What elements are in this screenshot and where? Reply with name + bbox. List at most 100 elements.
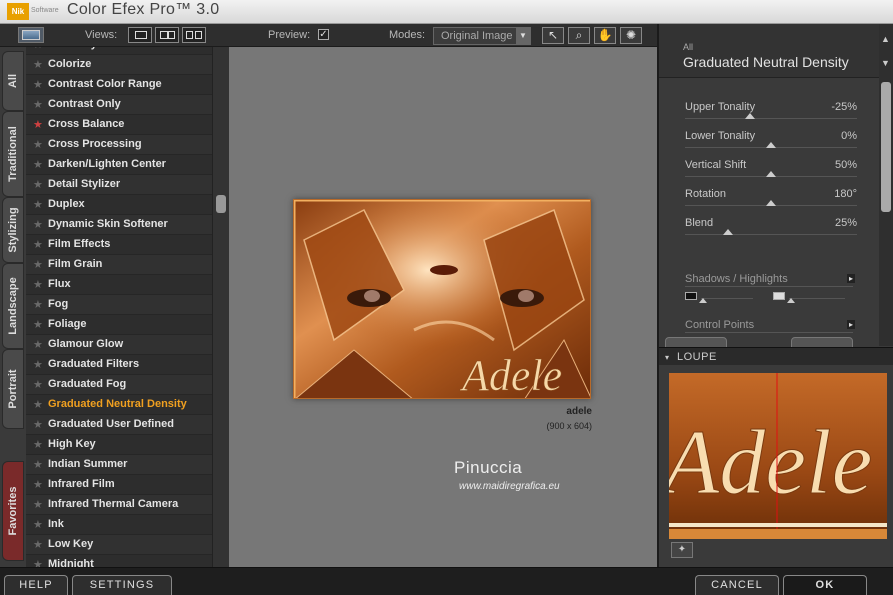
star-icon[interactable]: ★	[33, 298, 43, 311]
filter-list-item[interactable]: ★ Infrared Thermal Camera	[26, 495, 212, 515]
star-icon[interactable]: ★	[33, 218, 43, 231]
panel-scroll-thumb[interactable]	[881, 82, 891, 212]
settings-button[interactable]: SETTINGS	[72, 575, 172, 595]
filter-list-item[interactable]: ★ Contrast Color Range	[26, 75, 212, 95]
filter-list-item[interactable]: ★ Contrast Only	[26, 95, 212, 115]
filter-list-item[interactable]: ★ Darken/Lighten Center	[26, 155, 212, 175]
slider-handle[interactable]	[744, 113, 755, 119]
filter-list-item[interactable]: ★ Color Stylizer	[26, 47, 212, 55]
filter-list-item[interactable]: ★ Cross Balance	[26, 115, 212, 135]
slider-track[interactable]	[685, 234, 857, 235]
star-icon[interactable]: ★	[33, 458, 43, 471]
star-icon[interactable]: ★	[33, 398, 43, 411]
filter-list-item[interactable]: ★ Detail Stylizer	[26, 175, 212, 195]
filter-list-item[interactable]: ★ Graduated Neutral Density	[26, 395, 212, 415]
remove-control-point-button[interactable]	[791, 337, 853, 347]
filter-list-item[interactable]: ★ Midnight	[26, 555, 212, 567]
star-icon[interactable]: ★	[33, 47, 43, 51]
star-icon[interactable]: ★	[33, 198, 43, 211]
cancel-button[interactable]: CANCEL	[695, 575, 779, 595]
filter-list-item[interactable]: ★ Dynamic Skin Softener	[26, 215, 212, 235]
scroll-down-icon[interactable]: ▼	[881, 58, 890, 68]
filter-list-item[interactable]: ★ Low Key	[26, 535, 212, 555]
preview-canvas[interactable]: Adele adele (900 x 604) Pinuccia www.mai…	[229, 47, 657, 567]
filter-list-item[interactable]: ★ Film Grain	[26, 255, 212, 275]
star-icon[interactable]: ★	[33, 498, 43, 511]
ok-button[interactable]: OK	[783, 575, 867, 595]
star-icon[interactable]: ★	[33, 138, 43, 151]
star-icon[interactable]: ★	[33, 558, 43, 567]
star-icon[interactable]: ★	[33, 478, 43, 491]
star-icon[interactable]: ★	[33, 238, 43, 251]
view-side-by-side-button[interactable]	[182, 27, 206, 43]
slider-handle[interactable]	[723, 229, 733, 235]
star-icon[interactable]: ★	[33, 178, 43, 191]
star-icon[interactable]: ★	[33, 318, 43, 331]
star-icon[interactable]: ★	[33, 358, 43, 371]
browse-image-button[interactable]	[18, 27, 44, 43]
scrollbar-thumb[interactable]	[216, 195, 226, 213]
filter-list-item[interactable]: ★ Indian Summer	[26, 455, 212, 475]
filter-list-item[interactable]: ★ Fog	[26, 295, 212, 315]
star-icon[interactable]: ★	[33, 78, 43, 91]
tab-favorites[interactable]: Favorites	[2, 461, 24, 561]
light-tool-button[interactable]: ✺	[620, 27, 642, 44]
filter-list-item[interactable]: ★ Flux	[26, 275, 212, 295]
filter-list-item[interactable]: ★ Graduated Filters	[26, 355, 212, 375]
star-icon[interactable]: ★	[33, 98, 43, 111]
expand-arrow-icon[interactable]: ▸	[847, 320, 855, 329]
tab-stylizing[interactable]: Stylizing	[2, 197, 24, 263]
highlight-slider-handle[interactable]	[787, 298, 795, 303]
scroll-up-icon[interactable]: ▲	[881, 34, 890, 44]
shadow-slider-handle[interactable]	[699, 298, 707, 303]
preview-checkbox[interactable]: ✓	[318, 29, 329, 40]
filter-list-item[interactable]: ★ High Key	[26, 435, 212, 455]
tab-landscape[interactable]: Landscape	[2, 263, 24, 349]
filter-list-item[interactable]: ★ Ink	[26, 515, 212, 535]
filter-list-scrollbar[interactable]	[212, 47, 228, 567]
shadow-slider-track[interactable]	[701, 298, 753, 299]
zoom-tool-button[interactable]: ⌕	[568, 27, 590, 44]
expand-arrow-icon[interactable]: ▸	[847, 274, 855, 283]
star-icon[interactable]: ★	[33, 538, 43, 551]
highlight-slider-track[interactable]	[789, 298, 845, 299]
filter-list-item[interactable]: ★ Film Effects	[26, 235, 212, 255]
star-icon[interactable]: ★	[33, 118, 43, 131]
star-icon[interactable]: ★	[33, 58, 43, 71]
slider-track[interactable]	[685, 118, 857, 119]
section-shadows-highlights[interactable]: Shadows / Highlights ▸	[685, 273, 855, 287]
section-control-points[interactable]: Control Points ▸	[685, 319, 855, 333]
star-icon[interactable]: ★	[33, 438, 43, 451]
star-icon[interactable]: ★	[33, 278, 43, 291]
star-icon[interactable]: ★	[33, 378, 43, 391]
arrow-tool-button[interactable]: ↖	[542, 27, 564, 44]
add-control-point-button[interactable]	[665, 337, 727, 347]
slider-handle[interactable]	[766, 171, 776, 177]
filter-list-item[interactable]: ★ Colorize	[26, 55, 212, 75]
tab-traditional[interactable]: Traditional	[2, 111, 24, 197]
loupe-header[interactable]: ▾ LOUPE	[659, 347, 893, 365]
filter-list-item[interactable]: ★ Duplex	[26, 195, 212, 215]
slider-handle[interactable]	[766, 200, 776, 206]
tab-portrait[interactable]: Portrait	[2, 349, 24, 429]
star-icon[interactable]: ★	[33, 418, 43, 431]
filter-list-item[interactable]: ★ Cross Processing	[26, 135, 212, 155]
preview-image[interactable]: Adele	[293, 199, 591, 399]
help-button[interactable]: HELP	[4, 575, 68, 595]
star-icon[interactable]: ★	[33, 518, 43, 531]
tab-all[interactable]: All	[2, 51, 24, 111]
slider-handle[interactable]	[766, 142, 776, 148]
filter-list-item[interactable]: ★ Graduated User Defined	[26, 415, 212, 435]
modes-select[interactable]: Original Image ▼	[433, 27, 531, 45]
filter-list-item[interactable]: ★ Infrared Film	[26, 475, 212, 495]
loupe-view[interactable]: Adele	[669, 373, 887, 539]
filter-list-item[interactable]: ★ Graduated Fog	[26, 375, 212, 395]
filter-list-item[interactable]: ★ Glamour Glow	[26, 335, 212, 355]
star-icon[interactable]: ★	[33, 258, 43, 271]
view-single-button[interactable]	[128, 27, 152, 43]
star-icon[interactable]: ★	[33, 338, 43, 351]
hand-tool-button[interactable]: ✋	[594, 27, 616, 44]
pin-loupe-button[interactable]: ✦	[671, 542, 693, 558]
view-split-button[interactable]	[155, 27, 179, 43]
star-icon[interactable]: ★	[33, 158, 43, 171]
